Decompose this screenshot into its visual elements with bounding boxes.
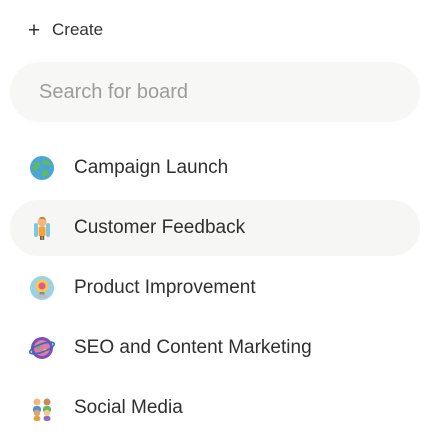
board-item-label: Campaign Launch [74, 157, 229, 178]
create-button[interactable]: + Create [26, 18, 103, 42]
board-list: Campaign Launch Customer Feedback Produc… [10, 140, 420, 440]
board-item-product-improvement[interactable]: Product Improvement [10, 260, 420, 316]
board-item-label: SEO and Content Marketing [74, 337, 312, 358]
people-icon [27, 393, 57, 423]
board-item-customer-feedback[interactable]: Customer Feedback [10, 200, 420, 256]
board-item-campaign-launch[interactable]: Campaign Launch [10, 140, 420, 196]
person-icon [27, 213, 57, 243]
globe-icon [27, 153, 57, 183]
lightbulb-icon [27, 273, 57, 303]
board-item-label: Product Improvement [74, 277, 256, 298]
board-item-label: Social Media [74, 397, 183, 418]
search-box[interactable] [10, 62, 420, 122]
board-item-seo-and-content-marketing[interactable]: SEO and Content Marketing [10, 320, 420, 376]
board-item-social-media[interactable]: Social Media [10, 380, 420, 436]
board-panel: + Create Campaign Launch [0, 0, 430, 447]
search-input[interactable] [37, 79, 393, 105]
create-label: Create [52, 20, 104, 39]
board-item-label: Customer Feedback [74, 217, 246, 238]
planet-icon [27, 333, 57, 363]
plus-icon: + [27, 18, 41, 42]
